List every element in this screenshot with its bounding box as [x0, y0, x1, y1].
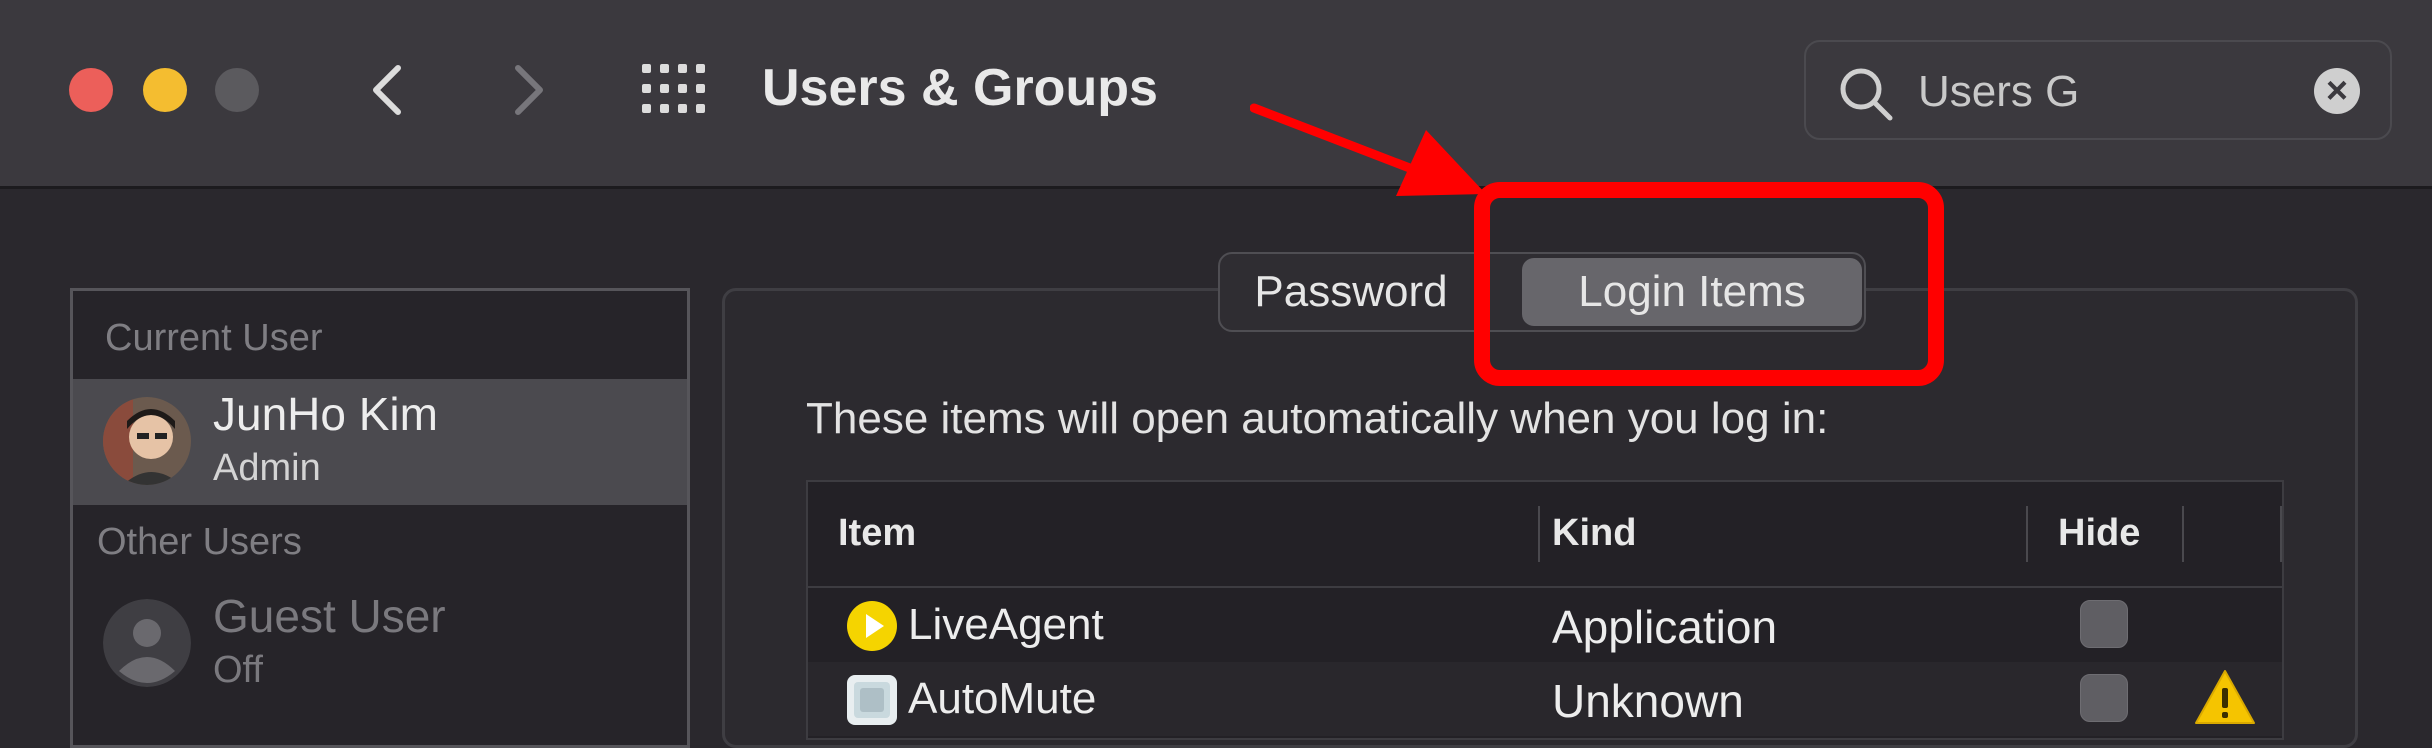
table-row[interactable]: AutoMute Unknown [808, 662, 2282, 736]
search-field[interactable]: × [1804, 40, 2392, 140]
user-name: Guest User [213, 590, 446, 642]
title-bar: Users & Groups × [0, 0, 2432, 189]
warning-icon[interactable] [2194, 668, 2256, 726]
column-divider [2026, 506, 2028, 562]
user-row-junho-kim[interactable]: JunHo Kim Admin [73, 379, 687, 505]
hide-checkbox[interactable] [2080, 600, 2128, 648]
user-role: Admin [213, 447, 321, 489]
column-divider [2182, 506, 2184, 562]
column-divider [1538, 506, 1540, 562]
guest-user-icon [103, 599, 191, 687]
item-kind: Unknown [1552, 675, 1744, 727]
table-row[interactable]: LiveAgent Application [808, 588, 2282, 662]
column-header-kind[interactable]: Kind [1552, 512, 1636, 555]
other-users-header: Other Users [97, 521, 302, 563]
generic-app-icon [847, 675, 897, 725]
user-row-guest[interactable]: Guest User Off [73, 581, 687, 707]
login-items-description: These items will open automatically when… [806, 394, 1829, 443]
table-header: Item Kind Hide [808, 482, 2282, 588]
tab-password[interactable]: Password [1220, 254, 1482, 330]
hide-checkbox[interactable] [2080, 674, 2128, 722]
forward-button[interactable] [496, 58, 556, 122]
chevron-right-icon [515, 65, 543, 115]
avatar [103, 397, 191, 485]
column-header-hide[interactable]: Hide [2058, 512, 2140, 555]
clear-search-icon[interactable]: × [2314, 68, 2360, 114]
user-name: JunHo Kim [213, 388, 438, 440]
users-sidebar: Current User JunHo Kim Admin Other Users [70, 288, 690, 748]
back-button[interactable] [360, 58, 420, 122]
liveagent-app-icon [847, 601, 897, 651]
current-user-header: Current User [105, 317, 323, 359]
annotation-arrow-icon [1250, 103, 1486, 196]
window-title: Users & Groups [762, 59, 1158, 117]
user-status: Off [213, 649, 263, 691]
login-items-table: Item Kind Hide LiveAgent Application Aut… [806, 480, 2284, 740]
column-divider [2280, 506, 2282, 562]
search-icon [1840, 68, 1893, 121]
minimize-window-button[interactable] [143, 68, 187, 112]
item-name: AutoMute [908, 674, 1097, 723]
show-all-button[interactable] [640, 62, 708, 116]
zoom-window-button[interactable] [215, 68, 259, 112]
chevron-left-icon [373, 65, 401, 115]
search-input[interactable] [1916, 62, 2300, 122]
item-kind: Application [1552, 601, 1778, 653]
item-name: LiveAgent [908, 600, 1104, 649]
column-header-item[interactable]: Item [838, 512, 916, 555]
close-window-button[interactable] [69, 68, 113, 112]
grid-icon [642, 64, 705, 113]
annotation-highlight-box [1474, 182, 1944, 386]
